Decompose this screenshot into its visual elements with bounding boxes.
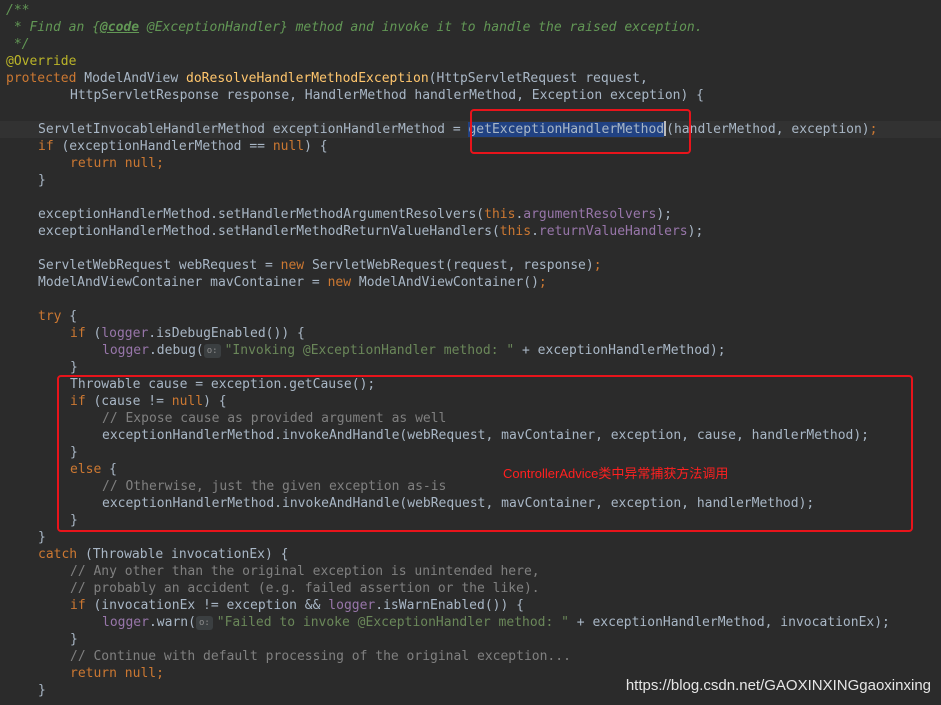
code-line: // Any other than the original exception…	[70, 564, 540, 579]
code-line: HttpServletResponse response, HandlerMet…	[70, 88, 704, 103]
code-line: protected ModelAndView doResolveHandlerM…	[6, 71, 648, 86]
annotation-note: ControllerAdvice类中异常捕获方法调用	[503, 466, 729, 481]
code-line: logger.warn(o: "Failed to invoke @Excepti…	[102, 615, 890, 630]
parameter-hint: o:	[195, 616, 213, 630]
code-line: */	[6, 37, 30, 52]
code-line: }	[38, 530, 46, 545]
code-line: if (exceptionHandlerMethod == null) {	[38, 139, 328, 154]
code-line: // probably an accident (e.g. failed ass…	[70, 581, 540, 596]
code-line: /**	[6, 3, 30, 18]
code-line: ServletWebRequest webRequest = new Servl…	[38, 258, 602, 273]
code-line: catch (Throwable invocationEx) {	[38, 547, 289, 562]
watermark: https://blog.csdn.net/GAOXINXINGgaoxinxi…	[625, 677, 931, 694]
method-highlight-box	[470, 109, 691, 154]
code-line: ServletInvocableHandlerMethod exceptionH…	[38, 121, 878, 137]
code-line: return null;	[70, 666, 164, 681]
code-line: }	[38, 683, 46, 698]
code-line: if (invocationEx != exception && logger.…	[70, 598, 524, 613]
code-line: if (logger.isDebugEnabled()) {	[70, 326, 305, 341]
code-line: }	[38, 173, 46, 188]
parameter-hint: o:	[203, 344, 221, 358]
code-line: }	[70, 360, 78, 375]
code-line: try {	[38, 309, 78, 324]
code-line: // Continue with default processing of t…	[70, 649, 571, 664]
code-line: exceptionHandlerMethod.setHandlerMethodA…	[38, 207, 672, 222]
code-line: }	[70, 632, 78, 647]
invoke-block-highlight-box	[57, 375, 913, 532]
code-line: return null;	[70, 156, 164, 171]
code-line: * Find an {@code @ExceptionHandler} meth…	[6, 20, 703, 35]
code-line: ModelAndViewContainer mavContainer = new…	[38, 275, 547, 290]
code-line: @Override	[6, 54, 77, 69]
code-line: exceptionHandlerMethod.setHandlerMethodR…	[38, 224, 704, 239]
code-line: logger.debug(o: "Invoking @ExceptionHandl…	[102, 343, 726, 358]
